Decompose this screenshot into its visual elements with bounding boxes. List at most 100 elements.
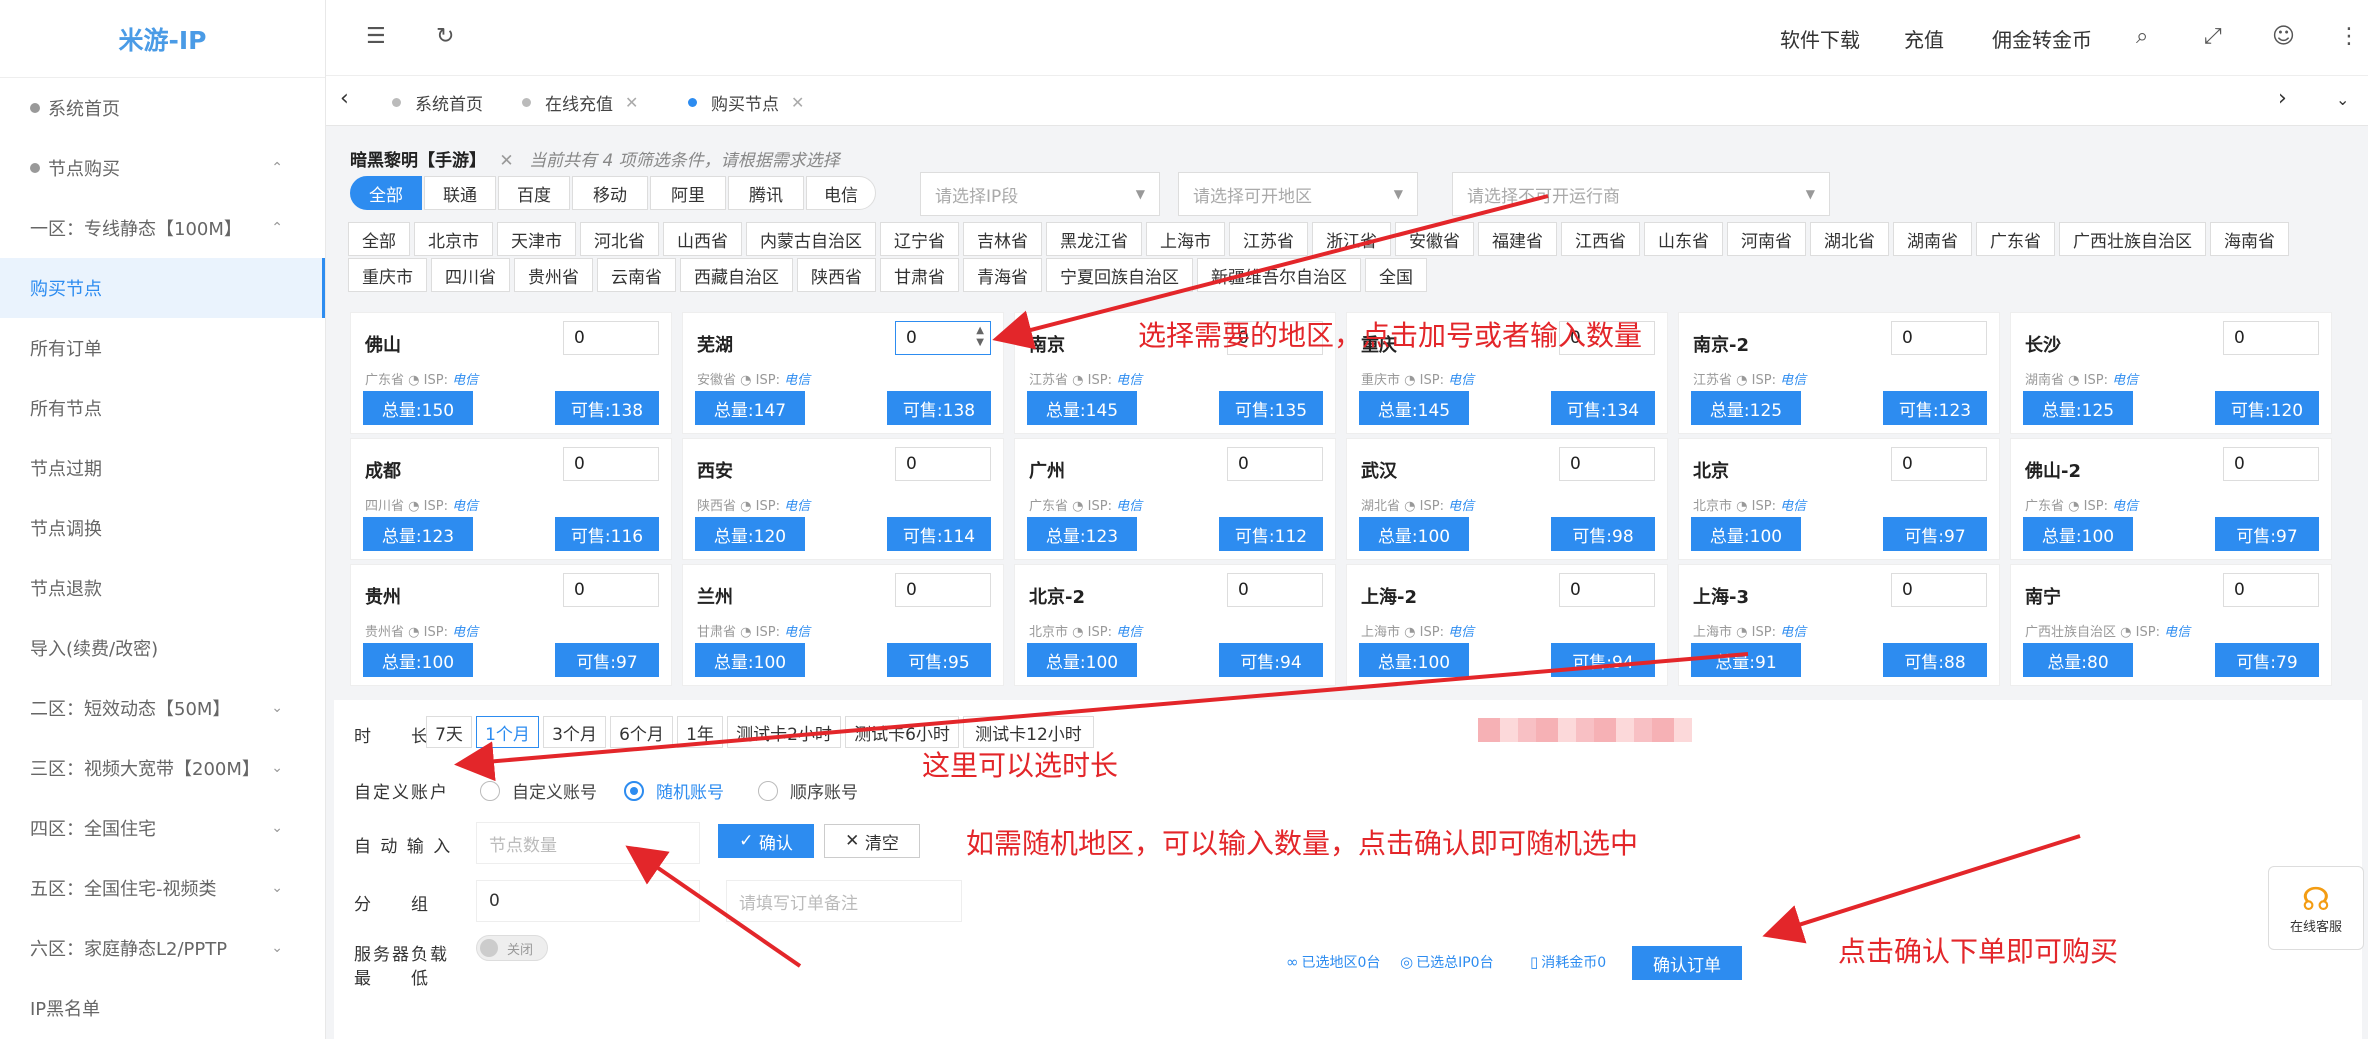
region-filter-button[interactable]: 甘肃省 — [880, 258, 959, 292]
region-filter-button[interactable]: 全国 — [1365, 258, 1427, 292]
sidebar-item[interactable]: 节点购买 ⌃ — [0, 138, 325, 198]
duration-option[interactable]: 1年 — [677, 716, 723, 748]
tabs-left-arrow-icon[interactable]: ‹ — [340, 86, 349, 111]
tab-buy-node[interactable]: 购买节点 ✕ — [688, 86, 804, 118]
order-remark-input[interactable]: 请填写订单备注 — [726, 880, 962, 922]
region-filter-button[interactable]: 浙江省 — [1312, 222, 1391, 256]
tabs-right-arrow-icon[interactable]: › — [2278, 86, 2287, 111]
region-filter-button[interactable]: 天津市 — [497, 222, 576, 256]
sidebar-item[interactable]: 四区：全国住宅 ⌄ — [0, 798, 325, 858]
node-quantity-input[interactable]: 0 — [1227, 573, 1323, 607]
node-quantity-input[interactable]: 0 — [1891, 447, 1987, 481]
sidebar-item[interactable]: 节点退款 — [0, 558, 325, 618]
group-input[interactable]: 0 — [476, 880, 700, 922]
duration-option[interactable]: 7天 — [426, 716, 472, 748]
confirm-random-button[interactable]: ✓ 确认 — [718, 824, 814, 858]
sidebar-item[interactable]: 导入(续费/改密) — [0, 618, 325, 678]
duration-option[interactable]: 测试卡2小时 — [727, 716, 841, 748]
node-quantity-input[interactable]: 0 — [2223, 573, 2319, 607]
radio-sequential-account[interactable]: 顺序账号 — [758, 778, 858, 803]
region-filter-button[interactable]: 北京市 — [414, 222, 493, 256]
node-quantity-input[interactable]: 0 — [2223, 321, 2319, 355]
region-filter-button[interactable]: 黑龙江省 — [1046, 222, 1142, 256]
submit-order-button[interactable]: 确认订单 — [1632, 946, 1742, 980]
close-icon[interactable]: ✕ — [791, 93, 804, 112]
sidebar-item[interactable]: 所有订单 — [0, 318, 325, 378]
region-filter-button[interactable]: 河北省 — [580, 222, 659, 256]
region-filter-button[interactable]: 重庆市 — [348, 258, 427, 292]
region-filter-button[interactable]: 江西省 — [1561, 222, 1640, 256]
region-filter-button[interactable]: 海南省 — [2210, 222, 2289, 256]
isp-filter-button[interactable]: 联通 — [424, 176, 496, 210]
node-quantity-input[interactable]: 0 ▲ ▼ — [895, 321, 991, 355]
radio-custom-account[interactable]: 自定义账号 — [480, 778, 597, 803]
search-icon[interactable]: ⌕ — [2136, 24, 2148, 49]
node-quantity-input[interactable]: 0 — [1891, 573, 1987, 607]
sidebar-item[interactable]: 五区：全国住宅-视频类 ⌄ — [0, 858, 325, 918]
isp-filter-button[interactable]: 电信 — [806, 176, 876, 210]
lowest-load-toggle[interactable]: 关闭 — [476, 935, 548, 961]
node-quantity-input[interactable]: 0 — [563, 573, 659, 607]
excluded-carrier-select[interactable]: 请选择不可开运行商 ▼ — [1452, 172, 1830, 216]
node-quantity-input[interactable]: 0 — [1227, 447, 1323, 481]
region-filter-button[interactable]: 四川省 — [431, 258, 510, 292]
sidebar-item[interactable]: 节点调换 — [0, 498, 325, 558]
region-filter-button[interactable]: 陕西省 — [797, 258, 876, 292]
sidebar-item[interactable]: IP黑名单 — [0, 978, 325, 1038]
duration-option[interactable]: 3个月 — [543, 716, 606, 748]
clear-button[interactable]: ✕ 清空 — [824, 824, 920, 858]
isp-filter-button[interactable]: 腾讯 — [728, 176, 804, 210]
clear-filter-icon[interactable]: ✕ — [499, 151, 513, 171]
region-filter-button[interactable]: 广西壮族自治区 — [2059, 222, 2206, 256]
refresh-icon[interactable]: ↻ — [436, 24, 454, 49]
region-filter-button[interactable]: 山东省 — [1644, 222, 1723, 256]
fullscreen-icon[interactable]: ⤢ — [2204, 24, 2222, 49]
sidebar-item[interactable]: 系统首页 — [0, 78, 325, 138]
ip-segment-select[interactable]: 请选择IP段 ▼ — [920, 172, 1160, 216]
sidebar-item[interactable]: 二区：短效动态【50M】 ⌄ — [0, 678, 325, 738]
commission-convert-link[interactable]: 佣金转金币 — [1992, 24, 2092, 53]
node-quantity-input[interactable]: 0 — [2223, 447, 2319, 481]
region-filter-button[interactable]: 青海省 — [963, 258, 1042, 292]
region-filter-button[interactable]: 广东省 — [1976, 222, 2055, 256]
region-filter-button[interactable]: 福建省 — [1478, 222, 1557, 256]
close-icon[interactable]: ✕ — [625, 93, 638, 112]
sidebar-item[interactable]: 购买节点 — [0, 258, 325, 318]
stepper-icon[interactable]: ▲ ▼ — [976, 325, 984, 349]
region-filter-button[interactable]: 湖南省 — [1893, 222, 1972, 256]
node-quantity-input[interactable]: 0 — [895, 573, 991, 607]
region-filter-button[interactable]: 全部 — [348, 222, 410, 256]
sidebar-item[interactable]: 六区：家庭静态L2/PPTP ⌄ — [0, 918, 325, 978]
region-filter-button[interactable]: 西藏自治区 — [680, 258, 793, 292]
sidebar-item[interactable]: 三区：视频大宽带【200M】 ⌄ — [0, 738, 325, 798]
region-filter-button[interactable]: 内蒙古自治区 — [746, 222, 876, 256]
region-filter-button[interactable]: 贵州省 — [514, 258, 593, 292]
region-filter-button[interactable]: 安徽省 — [1395, 222, 1474, 256]
duration-option[interactable]: 1个月 — [476, 716, 539, 748]
chevron-down-icon[interactable]: ⌄ — [2336, 90, 2349, 109]
node-quantity-input[interactable]: 0 — [563, 447, 659, 481]
software-download-link[interactable]: 软件下载 — [1780, 24, 1860, 53]
region-filter-button[interactable]: 山西省 — [663, 222, 742, 256]
recharge-link[interactable]: 充值 — [1904, 24, 1944, 53]
isp-filter-button[interactable]: 百度 — [498, 176, 570, 210]
region-filter-button[interactable]: 云南省 — [597, 258, 676, 292]
region-filter-button[interactable]: 新疆维吾尔自治区 — [1197, 258, 1361, 292]
node-quantity-input[interactable]: 节点数量 — [476, 822, 700, 864]
isp-filter-button[interactable]: 全部 — [350, 176, 422, 210]
region-filter-button[interactable]: 湖北省 — [1810, 222, 1889, 256]
region-filter-button[interactable]: 辽宁省 — [880, 222, 959, 256]
node-quantity-input[interactable]: 0 — [1559, 447, 1655, 481]
region-filter-button[interactable]: 上海市 — [1146, 222, 1225, 256]
duration-option[interactable]: 6个月 — [610, 716, 673, 748]
sidebar-item[interactable]: 节点过期 — [0, 438, 325, 498]
menu-toggle-icon[interactable]: ☰ — [366, 24, 386, 49]
region-filter-button[interactable]: 宁夏回族自治区 — [1046, 258, 1193, 292]
node-quantity-input[interactable]: 0 — [563, 321, 659, 355]
node-quantity-input[interactable]: 0 — [1559, 573, 1655, 607]
radio-random-account[interactable]: 随机账号 — [624, 778, 724, 803]
region-filter-button[interactable]: 江苏省 — [1229, 222, 1308, 256]
sidebar-item[interactable]: 所有节点 — [0, 378, 325, 438]
tab-home[interactable]: 系统首页 — [392, 86, 483, 118]
isp-filter-button[interactable]: 移动 — [572, 176, 648, 210]
